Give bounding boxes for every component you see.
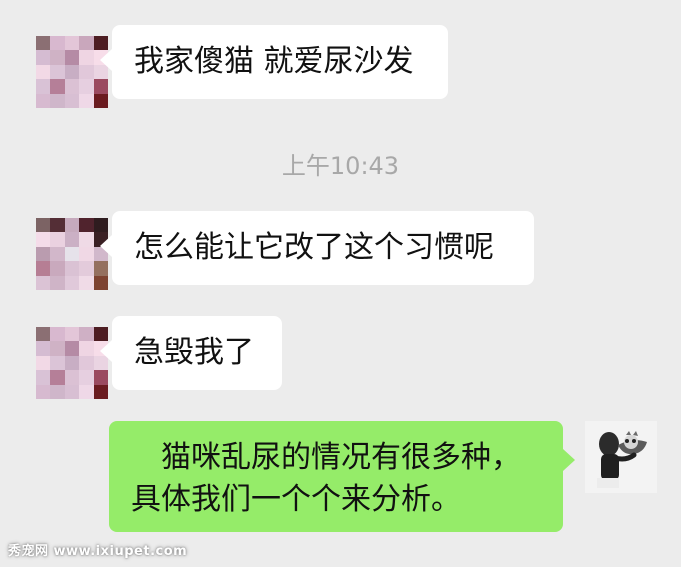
avatar-pixel (93, 275, 108, 290)
avatar-pixel (93, 218, 108, 233)
avatar-pixel (79, 246, 94, 262)
avatar-pixel (36, 327, 51, 342)
avatar-pixel (93, 384, 108, 399)
avatar-pixel (36, 64, 51, 80)
avatar-pixel (79, 64, 94, 80)
avatar-pixel (50, 261, 65, 276)
message-text: 急毁我了 (134, 335, 254, 370)
avatar-pixel (36, 341, 51, 356)
avatar-pixel (79, 275, 94, 290)
avatar-pixel (36, 218, 51, 233)
message-text: 怎么能让它改了这个习惯呢 (134, 230, 494, 265)
avatar-pixel (50, 79, 65, 94)
avatar-pixel (79, 79, 94, 94)
avatar-pixel (50, 341, 65, 356)
message-bubble[interactable]: 我家傻猫 就爱尿沙发 (100, 25, 448, 99)
avatar-pixel (36, 261, 51, 276)
avatar-pixel (50, 246, 65, 262)
avatar-pixel (64, 36, 80, 51)
avatar-pixel (93, 370, 108, 385)
avatar-pixel (36, 370, 51, 385)
avatar-pixel (64, 370, 80, 385)
pet-eye (625, 439, 629, 443)
avatar-pixel (36, 50, 51, 65)
message-bubble[interactable]: 怎么能让它改了这个习惯呢 (100, 211, 534, 285)
avatar-pixel (79, 36, 94, 51)
watermark-url: www.ixiupet.com (53, 544, 188, 559)
avatar-pixel (79, 93, 94, 108)
reply-line-1: 猫咪乱尿的情况有很多种， (131, 440, 521, 475)
avatar-pixel (79, 370, 94, 385)
avatar-pixel (50, 327, 65, 342)
reply-line-2: 具体我们一个个来分析。 (131, 482, 461, 517)
avatar-pixel (50, 384, 65, 399)
avatar-pixel (79, 261, 94, 276)
avatar-pixel (79, 355, 94, 371)
avatar-pixel (50, 64, 65, 80)
sender-avatar[interactable] (36, 218, 108, 290)
avatar-pixel (93, 93, 108, 108)
chat-window: 我家傻猫 就爱尿沙发 上午10:43 怎么能让它改了这个习惯呢 急毁我了 猫咪乱… (0, 0, 681, 567)
sender-avatar[interactable] (36, 36, 108, 108)
user-holding-pet-icon (585, 421, 657, 493)
avatar-pixel (36, 246, 51, 262)
message-bubble[interactable]: 急毁我了 (100, 316, 282, 390)
avatar-pixel (64, 93, 80, 108)
avatar-pixel (64, 327, 80, 342)
avatar-pixel (79, 341, 94, 356)
avatar-pixel (64, 261, 80, 276)
site-watermark: 秀宠网 www.ixiupet.com (8, 540, 187, 559)
avatar-pixel (50, 275, 65, 290)
avatar-pixel (50, 50, 65, 65)
reply-bubble[interactable]: 猫咪乱尿的情况有很多种， 具体我们一个个来分析。 (109, 421, 575, 532)
avatar-pixel (79, 232, 94, 247)
avatar-pixel (64, 232, 80, 247)
avatar-pixel (79, 50, 94, 65)
avatar-head (599, 432, 619, 456)
avatar-pixel (79, 327, 94, 342)
pet-eye (632, 439, 636, 443)
avatar-pixel (50, 93, 65, 108)
avatar-pixel (93, 261, 108, 276)
avatar-pixel (50, 232, 65, 247)
avatar-pixel (36, 275, 51, 290)
avatar-pixel (36, 384, 51, 399)
watermark-brand: 秀宠网 (8, 544, 49, 559)
avatar-pixel (36, 79, 51, 94)
message-timestamp: 上午10:43 (281, 152, 400, 180)
avatar-pixel (79, 218, 94, 233)
avatar-pixel (36, 232, 51, 247)
avatar-pixel (64, 384, 80, 399)
avatar-pixel (64, 50, 80, 65)
avatar-pixel (50, 370, 65, 385)
avatar-pixel (64, 275, 80, 290)
avatar-pixel (64, 341, 80, 356)
avatar-pixel (64, 79, 80, 94)
avatar-pixel (36, 36, 51, 51)
avatar-pixel (64, 246, 80, 262)
avatar-pixel (64, 218, 80, 233)
avatar-pixel (36, 93, 51, 108)
message-text: 我家傻猫 就爱尿沙发 (134, 44, 414, 79)
avatar-pixel (50, 218, 65, 233)
sender-avatar[interactable] (36, 327, 108, 399)
avatar-pixel (50, 36, 65, 51)
avatar-pixel (93, 79, 108, 94)
own-avatar[interactable] (585, 421, 657, 493)
avatar-pixel (79, 384, 94, 399)
avatar-pixel (36, 355, 51, 371)
avatar-pixel (50, 355, 65, 371)
avatar-pixel (64, 64, 80, 80)
avatar-floor (597, 478, 619, 488)
avatar-pixel (64, 355, 80, 371)
